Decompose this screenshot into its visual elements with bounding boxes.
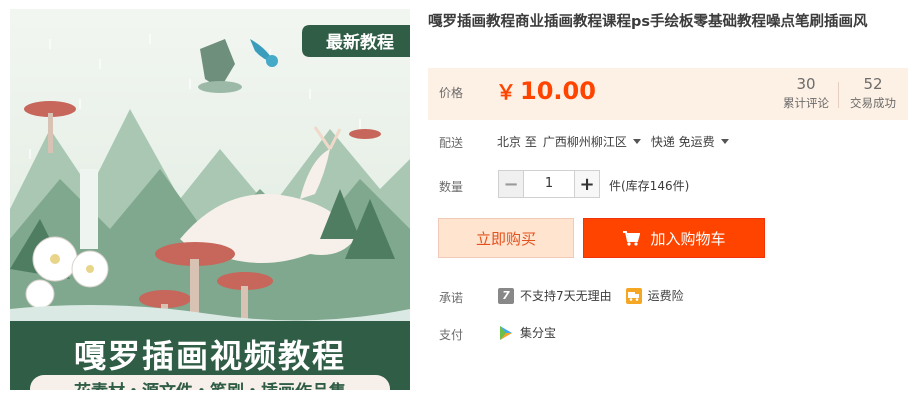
- reviews-count: 30: [796, 75, 816, 93]
- shipping-row: 北京 至 广西柳州柳江区 快递 免运费: [497, 133, 739, 150]
- sales-stat: 52 交易成功: [840, 74, 906, 112]
- price-label: 价格: [439, 86, 464, 100]
- sales-label: 交易成功: [850, 96, 896, 110]
- add-to-cart-label: 加入购物车: [650, 229, 726, 248]
- quantity-decrease-button[interactable]: −: [498, 170, 524, 198]
- shipping-insurance-text[interactable]: 运费险: [648, 287, 684, 304]
- quantity-stepper: − 1 +: [498, 170, 600, 198]
- shipping-insurance-icon: [625, 287, 642, 304]
- shipping-from: 北京 至: [497, 135, 537, 149]
- product-main-image[interactable]: 最新教程 嘎罗插画视频教程 花素材・源文件・笔刷・插画作品集: [10, 9, 410, 390]
- shipping-label: 配送: [439, 136, 464, 150]
- currency-symbol: ￥: [496, 80, 516, 104]
- product-title: 嘎罗插画教程商业插画教程课程ps手绘板零基础教程噪点笔刷插画风: [428, 14, 868, 30]
- jifenbao-icon: [498, 325, 514, 341]
- no-return-text[interactable]: 不支持7天无理由: [520, 287, 612, 304]
- quantity-increase-button[interactable]: +: [574, 170, 600, 198]
- image-banner-subtitle: 花素材・源文件・笔刷・插画作品集: [10, 377, 410, 390]
- payment-label: 支付: [439, 328, 464, 342]
- price-amount: 10.00: [520, 77, 596, 105]
- reviews-stat[interactable]: 30 累计评论: [776, 74, 836, 112]
- promise-label: 承诺: [439, 291, 464, 305]
- stock-info: 件(库存146件): [609, 179, 690, 193]
- quantity-input[interactable]: 1: [524, 170, 574, 198]
- promise-row: 7 不支持7天无理由 运费险: [498, 287, 684, 304]
- shipping-destination[interactable]: 广西柳州柳江区: [543, 133, 627, 150]
- buy-now-button[interactable]: 立即购买: [438, 218, 574, 258]
- price-value: ￥ 10.00: [496, 76, 596, 105]
- sales-count: 52: [863, 75, 883, 93]
- dropdown-arrow-icon[interactable]: [632, 139, 641, 144]
- stat-divider: [838, 82, 839, 108]
- image-banner-title: 嘎罗插画视频教程: [73, 337, 346, 375]
- cart-icon: [623, 231, 641, 246]
- dropdown-arrow-icon[interactable]: [720, 139, 729, 144]
- quantity-label: 数量: [439, 180, 464, 194]
- image-badge: 最新教程: [326, 33, 394, 53]
- add-to-cart-button[interactable]: 加入购物车: [583, 218, 765, 258]
- seven-day-icon: 7: [498, 287, 514, 304]
- payment-row: 集分宝: [498, 324, 556, 341]
- reviews-label: 累计评论: [783, 96, 829, 110]
- payment-method[interactable]: 集分宝: [520, 324, 556, 341]
- shipping-method[interactable]: 快递 免运费: [651, 133, 715, 150]
- price-panel: 价格 ￥ 10.00 30 累计评论 52 交易成功: [428, 68, 908, 120]
